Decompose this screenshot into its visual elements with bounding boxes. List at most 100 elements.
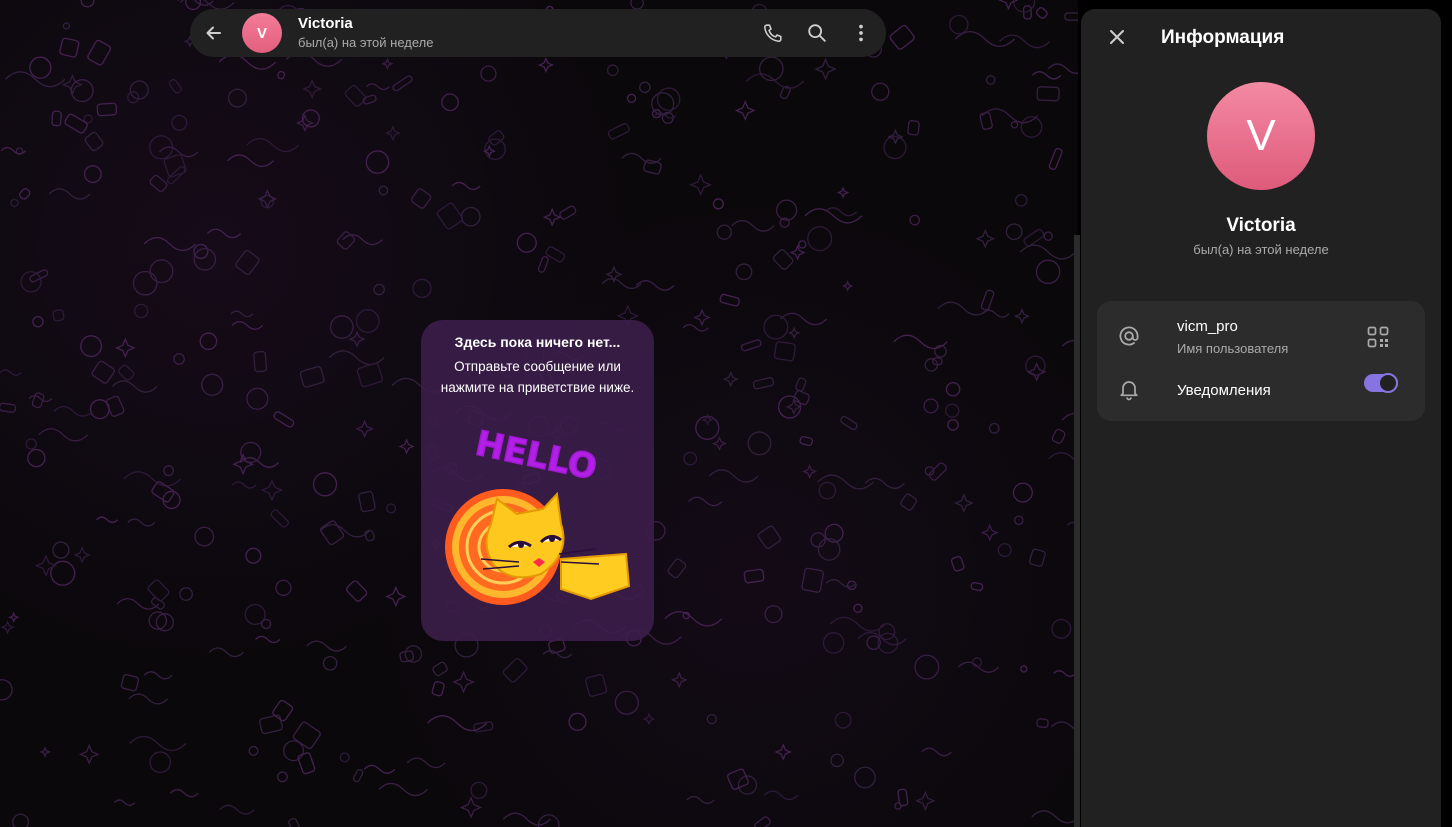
doodle-shape bbox=[62, 22, 71, 30]
doodle-shape bbox=[871, 82, 890, 101]
doodle-shape bbox=[1064, 12, 1078, 21]
doodle-shape bbox=[740, 339, 762, 352]
doodle-shape bbox=[147, 579, 170, 602]
doodle-shape bbox=[773, 341, 796, 362]
doodle-shape bbox=[410, 188, 432, 209]
more-button[interactable] bbox=[843, 15, 879, 51]
scrollbar[interactable] bbox=[1074, 235, 1080, 827]
chat-header[interactable]: V Victoria был(а) на этой неделе bbox=[190, 9, 886, 57]
doodle-shape bbox=[339, 752, 350, 763]
avatar[interactable]: V bbox=[242, 13, 282, 53]
doodle-shape bbox=[245, 547, 262, 564]
doodle-shape bbox=[299, 365, 325, 388]
doodle-shape bbox=[355, 419, 374, 439]
doodle-shape bbox=[985, 75, 996, 85]
doodle-shape bbox=[830, 753, 844, 768]
doodle-shape bbox=[999, 34, 1051, 49]
doodle-shape bbox=[348, 330, 366, 348]
doodle-shape bbox=[687, 496, 723, 507]
doodle-shape bbox=[763, 314, 789, 340]
call-button[interactable] bbox=[755, 15, 791, 51]
doodle-shape bbox=[914, 654, 940, 680]
doodle-shape bbox=[84, 131, 104, 152]
doodle-shape bbox=[206, 228, 242, 239]
doodle-shape bbox=[0, 620, 15, 635]
avatar-letter: V bbox=[256, 24, 267, 42]
doodle-shape bbox=[73, 546, 91, 564]
doodle-shape bbox=[734, 100, 756, 121]
chat-title[interactable]: Victoria bbox=[298, 15, 353, 32]
profile-avatar[interactable]: V bbox=[1207, 82, 1315, 190]
doodle-shape bbox=[358, 490, 376, 513]
doodle-shape bbox=[626, 93, 637, 104]
doodle-shape bbox=[775, 199, 798, 221]
doodle-shape bbox=[246, 137, 300, 153]
username-row[interactable]: vicm_pro Имя пользователя bbox=[1097, 301, 1425, 365]
doodle-shape bbox=[143, 236, 196, 252]
doodle-shape bbox=[907, 120, 920, 136]
qr-code-icon[interactable] bbox=[1367, 326, 1389, 348]
doodle-shape bbox=[352, 769, 364, 783]
doodle-shape bbox=[949, 14, 969, 35]
doodle-shape bbox=[970, 582, 984, 592]
doodle-shape bbox=[954, 493, 974, 513]
doodle-shape bbox=[1031, 810, 1078, 824]
doodle-shape bbox=[12, 813, 30, 827]
doodle-shape bbox=[695, 415, 720, 440]
doodle-shape bbox=[822, 632, 845, 654]
doodle-shape bbox=[432, 661, 448, 677]
bell-icon bbox=[1120, 381, 1138, 401]
search-icon bbox=[808, 24, 826, 42]
doodle-shape bbox=[163, 465, 175, 477]
doodle-shape bbox=[459, 796, 483, 819]
doodle-shape bbox=[59, 37, 80, 58]
doodle-shape bbox=[113, 799, 136, 806]
search-button[interactable] bbox=[799, 15, 835, 51]
doodle-shape bbox=[255, 635, 281, 644]
notifications-row[interactable]: Уведомления bbox=[1097, 365, 1425, 413]
doodle-shape bbox=[120, 674, 140, 692]
doodle-shape bbox=[488, 130, 505, 146]
close-button[interactable] bbox=[1099, 19, 1135, 55]
doodle-shape bbox=[171, 114, 188, 131]
doodle-shape bbox=[398, 438, 415, 455]
doodle-shape bbox=[253, 350, 268, 373]
doodle-shape bbox=[441, 93, 459, 112]
doodle-shape bbox=[336, 231, 356, 250]
doodle-shape bbox=[386, 503, 397, 514]
doodle-shape bbox=[829, 616, 886, 632]
doodle-shape bbox=[915, 790, 936, 811]
doodle-shape bbox=[127, 518, 156, 527]
hello-sticker[interactable]: HELLO bbox=[421, 424, 654, 634]
doodle-shape bbox=[25, 438, 37, 450]
doodle-shape bbox=[235, 249, 260, 275]
doodle-shape bbox=[392, 75, 413, 92]
info-panel: Информация V Victoria был(а) на этой нед… bbox=[1081, 9, 1441, 827]
at-sign-icon bbox=[1119, 326, 1139, 346]
back-button[interactable] bbox=[196, 15, 232, 51]
doodle-shape bbox=[52, 541, 70, 559]
doodle-shape bbox=[651, 92, 675, 116]
doodle-shape bbox=[893, 334, 948, 350]
doodle-shape bbox=[757, 525, 782, 550]
profile-info-card: vicm_pro Имя пользователя Уведомления bbox=[1097, 301, 1425, 421]
doodle-shape bbox=[399, 650, 415, 663]
doodle-shape bbox=[763, 790, 799, 801]
doodle-shape bbox=[542, 207, 562, 227]
arrow-left-icon bbox=[206, 26, 221, 40]
doodle-shape bbox=[10, 198, 19, 208]
doodle-shape bbox=[864, 477, 905, 490]
notifications-toggle[interactable] bbox=[1364, 373, 1398, 393]
doodle-shape bbox=[981, 309, 1010, 318]
doodle-shape bbox=[706, 713, 717, 725]
doodle-shape bbox=[96, 102, 118, 117]
username-value: vicm_pro bbox=[1177, 318, 1238, 335]
doodle-shape bbox=[1010, 121, 1019, 129]
doodle-shape bbox=[302, 78, 323, 100]
doodle-shape bbox=[667, 558, 687, 579]
doodle-shape bbox=[502, 658, 528, 683]
doodle-shape bbox=[889, 24, 915, 50]
doodle-shape bbox=[169, 789, 199, 798]
doodle-shape bbox=[818, 481, 837, 500]
doodle-shape bbox=[193, 243, 209, 260]
